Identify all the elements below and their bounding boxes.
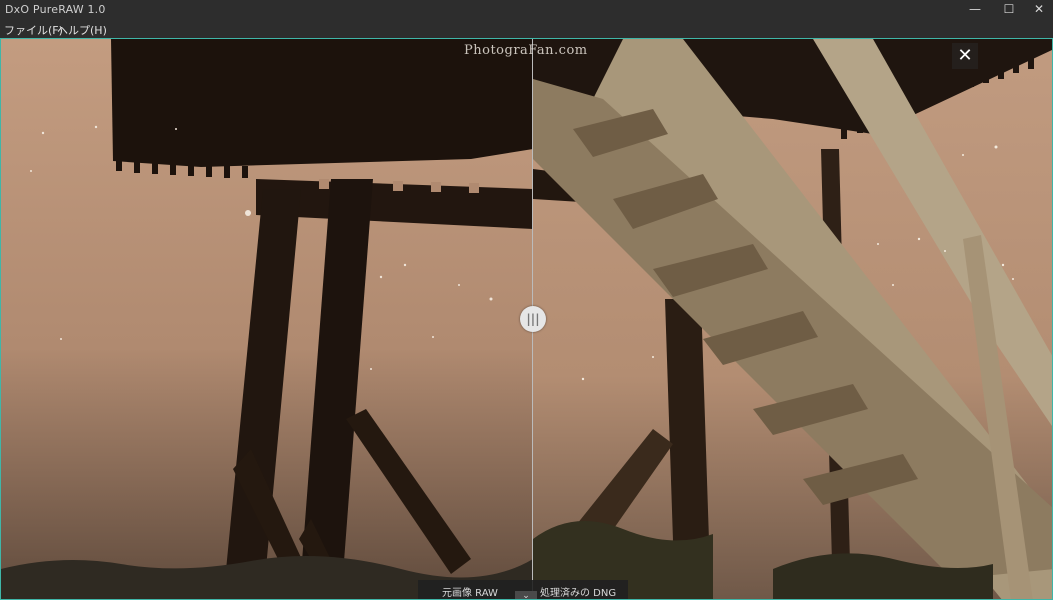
label-original-raw: 元画像 RAW — [442, 588, 498, 599]
watermark-text: PhotograFan.com — [464, 43, 588, 58]
window-title: DxO PureRAW 1.0 — [5, 3, 106, 16]
close-window-button[interactable]: ✕ — [1022, 0, 1053, 20]
split-handle[interactable]: ||| — [520, 306, 546, 332]
original-raw-image — [1, 39, 533, 599]
minimize-button[interactable]: — — [958, 0, 992, 20]
menu-bar: ファイル(F) ヘルプ(H) — [0, 20, 1053, 38]
processed-dng-image — [533, 39, 1052, 599]
menu-help[interactable]: ヘルプ(H) — [57, 22, 107, 38]
chevron-down-icon[interactable]: ⌄ — [515, 591, 537, 599]
title-bar: DxO PureRAW 1.0 — ☐ ✕ — [0, 0, 1053, 20]
comparison-viewer: ||| PhotograFan.com ✕ 元画像 RAW 処理済みの DNG … — [0, 38, 1053, 600]
maximize-button[interactable]: ☐ — [992, 0, 1026, 20]
close-compare-button[interactable]: ✕ — [952, 43, 978, 69]
menu-file[interactable]: ファイル(F) — [4, 22, 63, 38]
compare-label-bar: 元画像 RAW 処理済みの DNG ⌄ — [418, 580, 628, 599]
label-processed-dng: 処理済みの DNG — [540, 588, 617, 599]
